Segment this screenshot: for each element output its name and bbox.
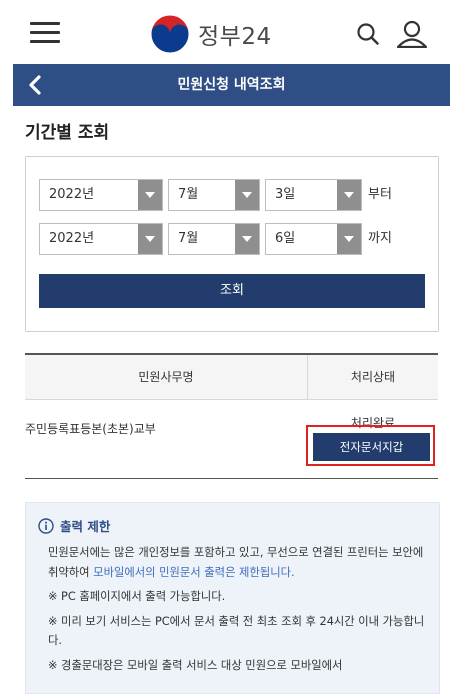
section-title: 기간별 조회 bbox=[25, 123, 110, 143]
chevron-down-icon bbox=[138, 180, 162, 210]
from-month-select[interactable]: 7월 bbox=[168, 179, 260, 211]
from-year-value: 2022년 bbox=[49, 187, 95, 202]
table-header-row: 민원사무명 처리상태 bbox=[25, 355, 438, 400]
notice-header: 출력 제한 bbox=[38, 516, 110, 535]
chevron-down-icon bbox=[337, 224, 361, 254]
logo[interactable]: 정부24 bbox=[150, 14, 272, 54]
query-button[interactable]: 조회 bbox=[39, 274, 425, 308]
chevron-down-icon bbox=[337, 180, 361, 210]
hamburger-icon[interactable] bbox=[30, 22, 60, 44]
government-logo-icon bbox=[150, 14, 190, 54]
notice-title: 출력 제한 bbox=[60, 519, 111, 534]
to-day-select[interactable]: 6일 bbox=[265, 223, 362, 255]
notice-paragraph-3: ※ 미리 보기 서비스는 PC에서 문서 출력 전 최초 조회 후 24시간 이… bbox=[48, 614, 425, 648]
to-year-select[interactable]: 2022년 bbox=[39, 223, 163, 255]
notice-paragraph-1: 민원문서에는 많은 개인정보를 포함하고 있고, 무선으로 연결된 프린터는 보… bbox=[48, 543, 428, 582]
user-icon[interactable] bbox=[395, 20, 429, 48]
search-icon[interactable] bbox=[357, 22, 379, 46]
from-month-value: 7월 bbox=[178, 187, 199, 202]
from-day-value: 3일 bbox=[275, 187, 296, 202]
notice-highlight: 모바일에서의 민원문서 출력은 제한됩니다. bbox=[93, 565, 295, 579]
chevron-down-icon bbox=[235, 180, 259, 210]
chevron-down-icon bbox=[138, 224, 162, 254]
chevron-down-icon bbox=[235, 224, 259, 254]
notice-body: 민원문서에는 많은 개인정보를 포함하고 있고, 무선으로 연결된 프린터는 보… bbox=[48, 543, 428, 680]
to-month-value: 7월 bbox=[178, 231, 199, 246]
title-bar: 민원신청 내역조회 bbox=[13, 64, 450, 106]
to-day-value: 6일 bbox=[275, 231, 296, 246]
print-restriction-notice: 출력 제한 민원문서에는 많은 개인정보를 포함하고 있고, 무선으로 연결된 … bbox=[25, 502, 440, 694]
from-year-select[interactable]: 2022년 bbox=[39, 179, 163, 211]
info-icon bbox=[38, 517, 54, 534]
back-chevron-icon[interactable] bbox=[25, 74, 47, 96]
notice-paragraph-2: ※ PC 홈페이지에서 출력 가능합니다. bbox=[48, 590, 226, 603]
column-header-status: 처리상태 bbox=[350, 370, 396, 384]
request-name[interactable]: 주민등록표등본(초본)교부 bbox=[25, 420, 156, 437]
from-suffix: 부터 bbox=[368, 187, 392, 202]
logo-text: 정부24 bbox=[198, 24, 272, 50]
notice-paragraph-4: ※ 경출문대장은 모바일 출력 서비스 대상 민원으로 모바일에서 bbox=[48, 658, 343, 672]
page-title: 민원신청 내역조회 bbox=[177, 77, 286, 93]
to-suffix: 까지 bbox=[368, 231, 392, 246]
to-year-value: 2022년 bbox=[49, 231, 95, 246]
from-day-select[interactable]: 3일 bbox=[265, 179, 362, 211]
column-header-name: 민원사무명 bbox=[138, 370, 194, 384]
top-bar: 정부24 bbox=[0, 0, 464, 64]
date-filter-panel: 2022년 7월 3일 부터 2022년 7월 6일 까지 조회 bbox=[25, 156, 439, 332]
table-bottom-border bbox=[25, 478, 438, 479]
to-month-select[interactable]: 7월 bbox=[168, 223, 260, 255]
highlight-box bbox=[306, 425, 435, 466]
